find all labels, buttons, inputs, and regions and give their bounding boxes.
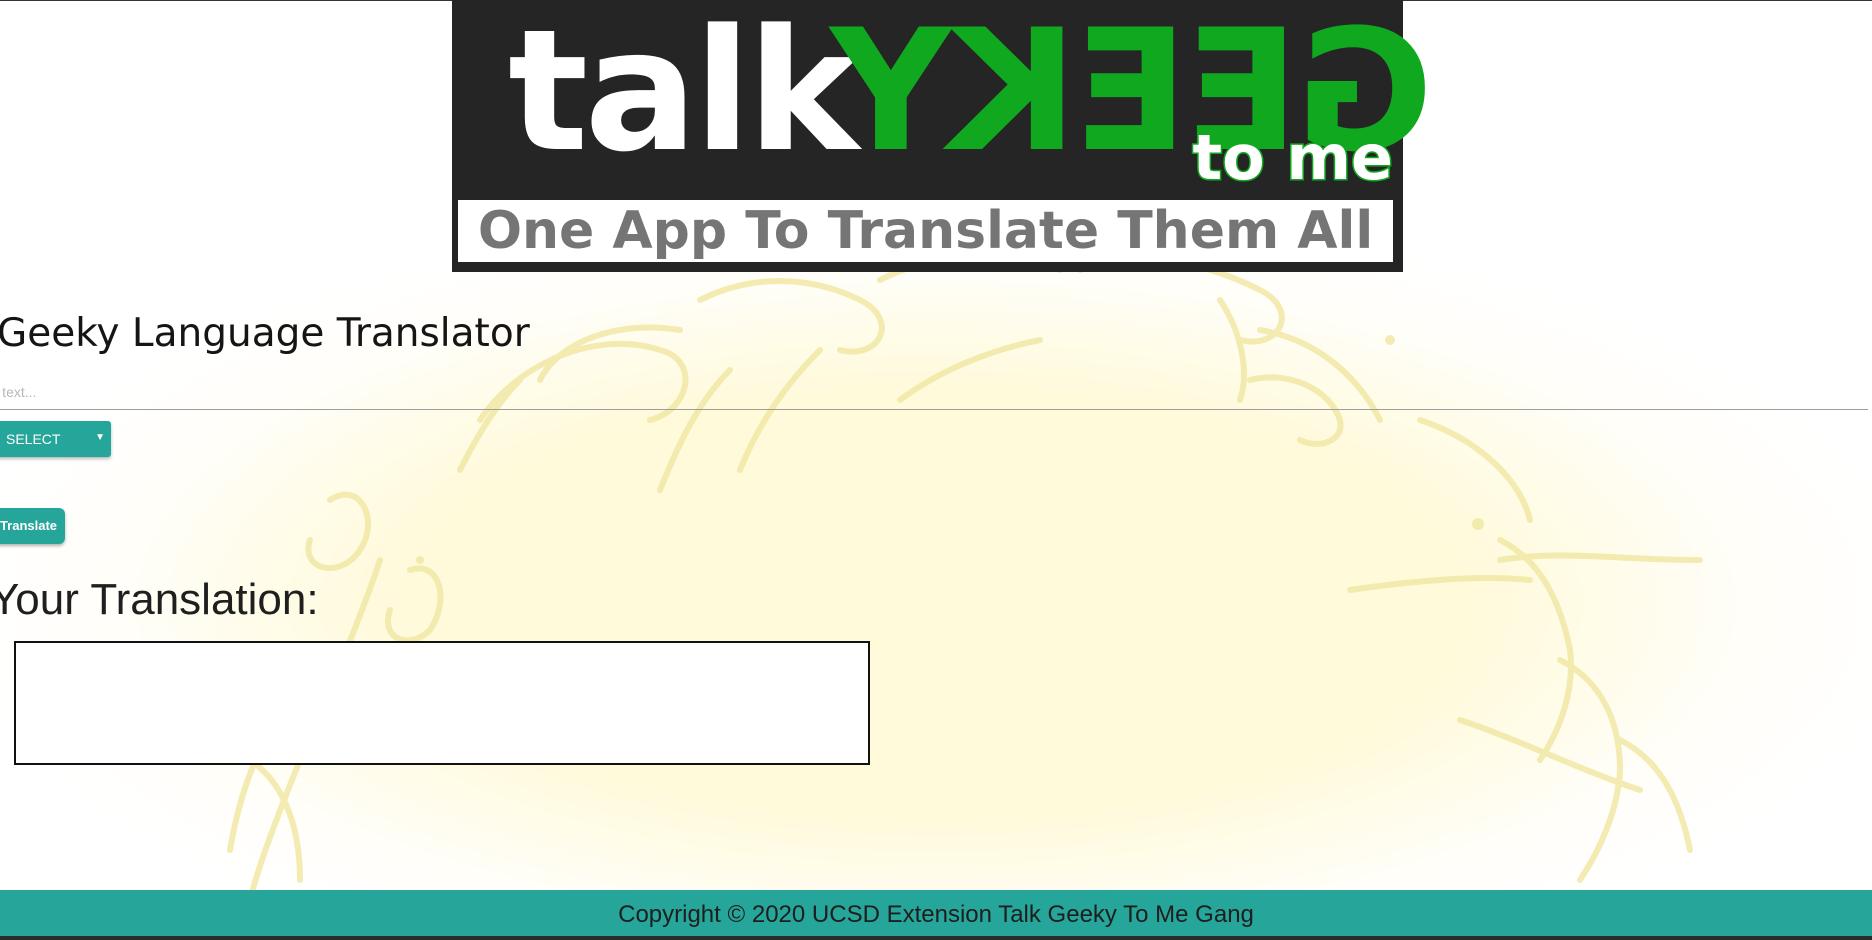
text-input[interactable] <box>0 374 1868 410</box>
translation-output-box <box>14 641 870 765</box>
translate-button[interactable]: Translate <box>0 508 65 544</box>
caret-down-icon: ▼ <box>95 432 105 443</box>
footer-copyright: Copyright © 2020 UCSD Extension Talk Gee… <box>618 901 1254 928</box>
talk-geeky-to-me-logo: talk GEEKY to me One App To Translate Th… <box>452 0 1433 272</box>
page: talk GEEKY to me One App To Translate Th… <box>0 0 1872 940</box>
logo-word-to-me: to me <box>1191 121 1394 194</box>
language-select-label: SELECT <box>6 431 61 447</box>
logo-tagline: One App To Translate Them All <box>456 198 1395 264</box>
logo-word-talk: talk <box>508 0 859 189</box>
bottom-edge <box>0 936 1872 940</box>
translator-heading: Geeky Language Translator <box>0 311 530 356</box>
footer: Copyright © 2020 UCSD Extension Talk Gee… <box>0 890 1872 940</box>
translation-heading: Your Translation: <box>0 575 319 624</box>
language-select-dropdown[interactable]: SELECT ▼ <box>0 421 111 457</box>
